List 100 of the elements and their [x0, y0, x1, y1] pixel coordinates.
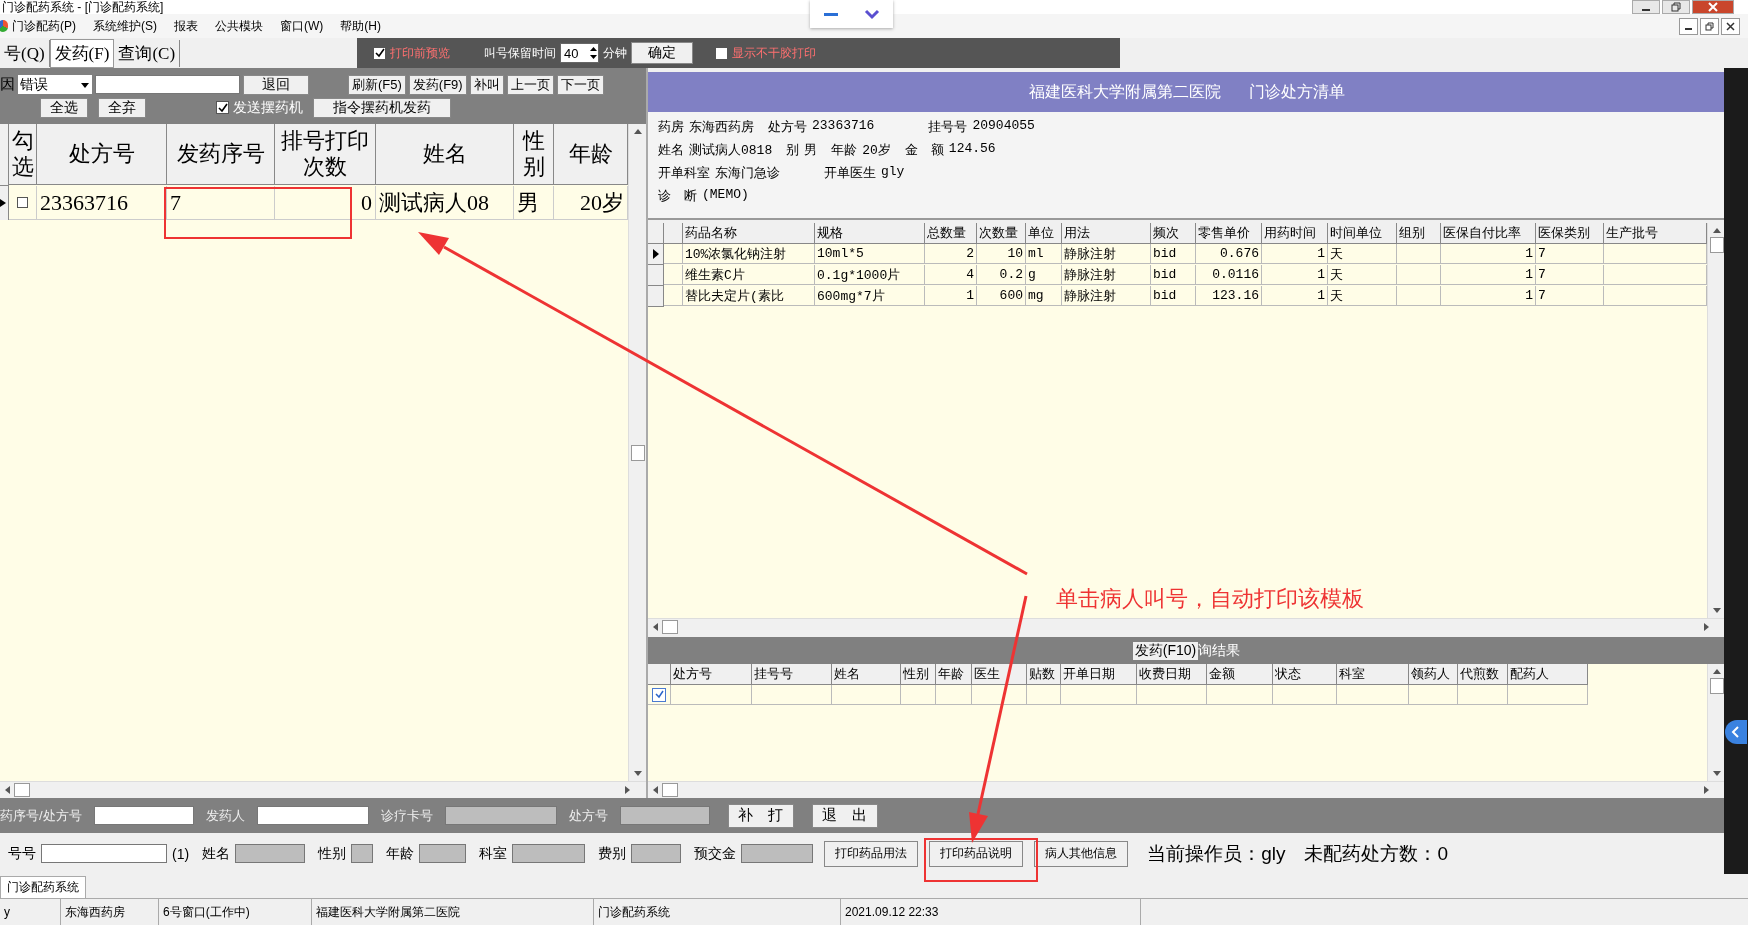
menu-item[interactable]: 报表: [174, 17, 198, 35]
input-field[interactable]: [235, 844, 306, 864]
input-field[interactable]: [256, 806, 369, 826]
menu-item[interactable]: 帮助(H): [340, 17, 381, 35]
column-header[interactable]: 医保类别: [1536, 223, 1604, 244]
input-field[interactable]: [419, 844, 467, 864]
column-header[interactable]: 科室: [1337, 664, 1409, 685]
restore-icon[interactable]: [1700, 17, 1719, 35]
input-field[interactable]: [619, 806, 710, 826]
toolbar-button[interactable]: 上一页: [506, 74, 554, 95]
reason-dropdown[interactable]: 错误: [18, 75, 92, 94]
tab[interactable]: 号(Q): [0, 39, 50, 67]
scroll-right-icon[interactable]: [1704, 623, 1709, 631]
menu-item[interactable]: 系统维护(S): [93, 17, 157, 35]
toolbar-button[interactable]: 补叫: [469, 74, 504, 95]
checkbox[interactable]: [652, 687, 666, 702]
column-header[interactable]: 开单日期: [1061, 664, 1137, 685]
minimize-icon[interactable]: [1679, 17, 1698, 35]
scroll-down-icon[interactable]: [633, 771, 642, 776]
column-header[interactable]: 状态: [1273, 664, 1337, 685]
input-field[interactable]: [631, 844, 682, 864]
column-header[interactable]: 用法: [1062, 223, 1151, 244]
restore-icon[interactable]: [1662, 0, 1690, 14]
menu-item[interactable]: 门诊配药(P): [12, 17, 76, 35]
tab[interactable]: 发药(F10): [1132, 641, 1199, 660]
print-button[interactable]: 打印药品用法: [824, 840, 919, 867]
return-button[interactable]: 退回: [243, 74, 309, 95]
scroll-up-icon[interactable]: [633, 129, 642, 134]
column-header[interactable]: 单位: [1026, 223, 1062, 244]
column-header[interactable]: 发药序号: [167, 124, 275, 185]
window-tab[interactable]: 门诊配药系统: [0, 876, 86, 898]
column-header[interactable]: 代煎数: [1458, 664, 1508, 685]
column-header[interactable]: 处方号: [671, 664, 752, 685]
tab[interactable]: 发药(F): [49, 38, 115, 68]
select-all-button[interactable]: 全选: [40, 97, 88, 118]
input-field[interactable]: [512, 844, 586, 864]
toolbar-button[interactable]: 下一页: [556, 74, 604, 95]
vertical-scrollbar[interactable]: [1707, 223, 1725, 618]
column-header[interactable]: 次数量: [977, 223, 1026, 244]
action-button[interactable]: 退 出: [811, 803, 878, 828]
vertical-scrollbar[interactable]: [628, 124, 646, 781]
column-header[interactable]: 零售单价: [1196, 223, 1262, 244]
scrollbar-thumb[interactable]: [1709, 678, 1724, 694]
checkbox[interactable]: [216, 101, 229, 114]
toolbar-button[interactable]: 发药(F9): [408, 74, 467, 95]
column-header[interactable]: 组别: [1397, 223, 1441, 244]
spinner-field[interactable]: 40: [560, 43, 599, 63]
column-header[interactable]: 收费日期: [1137, 664, 1207, 685]
minimize-icon[interactable]: [1632, 0, 1660, 14]
print-button[interactable]: 打印药品说明: [929, 840, 1024, 867]
column-header[interactable]: 排号打印次数: [275, 124, 376, 185]
input-field[interactable]: [444, 806, 557, 826]
input-field[interactable]: [93, 806, 194, 826]
column-header[interactable]: 领药人: [1409, 664, 1458, 685]
column-header[interactable]: 姓名: [376, 124, 514, 185]
scrollbar-thumb[interactable]: [14, 783, 30, 797]
input-field[interactable]: [741, 844, 814, 864]
scrollbar-thumb[interactable]: [630, 444, 645, 461]
vertical-scrollbar[interactable]: [1707, 664, 1725, 781]
checkbox[interactable]: [17, 197, 28, 208]
column-header[interactable]: 配药人: [1508, 664, 1588, 685]
checkbox[interactable]: [715, 46, 728, 60]
column-header[interactable]: 金额: [1207, 664, 1273, 685]
scrollbar-thumb[interactable]: [662, 783, 678, 797]
tab[interactable]: 查询(C): [114, 39, 181, 67]
column-header[interactable]: 年龄: [936, 664, 972, 685]
scrollbar-thumb[interactable]: [662, 620, 678, 634]
action-button[interactable]: 补 打: [727, 803, 794, 828]
caret-icon[interactable]: [80, 80, 90, 89]
confirm-button[interactable]: 确定: [631, 42, 693, 64]
deselect-all-button[interactable]: 全弃: [98, 97, 146, 118]
column-header[interactable]: 挂号号: [752, 664, 832, 685]
column-header[interactable]: 性别: [514, 124, 554, 185]
column-header[interactable]: 勾选: [9, 124, 37, 185]
column-header[interactable]: 规格: [815, 223, 925, 244]
close-icon[interactable]: [1721, 17, 1740, 35]
menu-item[interactable]: 窗口(W): [280, 17, 324, 35]
column-header[interactable]: 性别: [901, 664, 936, 685]
horizontal-scrollbar[interactable]: [648, 781, 1725, 798]
column-header[interactable]: 总数量: [925, 223, 977, 244]
dispense-command-button[interactable]: 指令摆药机发药: [313, 97, 451, 118]
column-header[interactable]: 时间单位: [1328, 223, 1397, 244]
column-header[interactable]: 处方号: [37, 124, 167, 185]
column-header[interactable]: 频次: [1151, 223, 1196, 244]
column-header[interactable]: 药品名称: [683, 223, 815, 244]
column-header[interactable]: 医保自付比率: [1441, 223, 1536, 244]
input-field[interactable]: [41, 844, 167, 864]
column-header[interactable]: 医生: [972, 664, 1027, 685]
tab[interactable]: 询结果: [1198, 641, 1241, 660]
column-header[interactable]: 年龄: [554, 124, 628, 185]
spinner-arrows-icon[interactable]: [589, 45, 598, 61]
scrollbar-thumb[interactable]: [1709, 237, 1724, 253]
horizontal-scrollbar[interactable]: [648, 618, 1725, 635]
input-field[interactable]: [351, 844, 374, 864]
column-header[interactable]: 用药时间: [1262, 223, 1328, 244]
checkbox[interactable]: [373, 46, 386, 60]
column-header[interactable]: 姓名: [832, 664, 901, 685]
toolbar-button[interactable]: 刷新(F5): [348, 74, 406, 95]
menu-item[interactable]: 公共模块: [215, 17, 263, 35]
input-field[interactable]: [95, 75, 240, 94]
